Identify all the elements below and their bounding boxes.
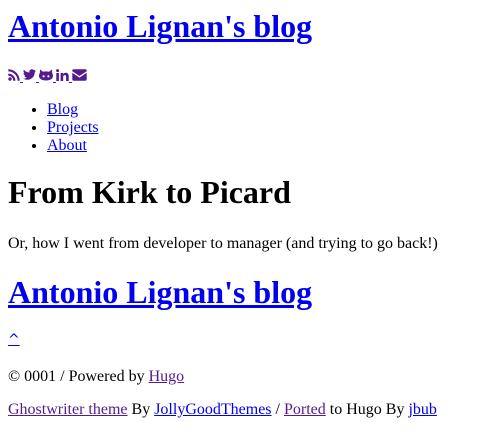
linkedin-icon — [56, 69, 69, 81]
post-subtitle: Or, how I went from developer to manager… — [8, 235, 438, 252]
nav-link-blog[interactable]: Blog — [47, 101, 78, 118]
credits-line: Ghostwriter theme By JollyGoodThemes / P… — [8, 401, 437, 419]
nav-link-projects[interactable]: Projects — [47, 119, 99, 136]
ghostwriter-theme-link[interactable]: Ghostwriter theme — [8, 401, 128, 418]
copyright-text: © 0001 / Powered by — [8, 368, 149, 385]
jbub-link[interactable]: jbub — [408, 401, 436, 418]
rss-link[interactable] — [8, 69, 20, 81]
main-nav: Blog Projects About — [8, 101, 99, 155]
email-link[interactable] — [72, 69, 87, 81]
post-title: From Kirk to Picard — [8, 174, 291, 210]
twitter-icon — [23, 69, 36, 80]
credits-by-text: By — [127, 401, 155, 418]
github-icon — [39, 69, 53, 81]
nav-link-about[interactable]: About — [47, 137, 87, 154]
footer-site-title: Antonio Lignan's blog — [8, 274, 312, 311]
nav-item-about: About — [47, 137, 99, 155]
copyright-line: © 0001 / Powered by Hugo — [8, 368, 184, 386]
credits-to-hugo-text: to Hugo By — [325, 401, 409, 418]
ported-link[interactable]: Ported — [284, 401, 326, 418]
site-title-link[interactable]: Antonio Lignan's blog — [8, 8, 312, 44]
jollygoodthemes-link[interactable]: JollyGoodThemes — [154, 401, 271, 418]
linkedin-link[interactable] — [56, 69, 69, 81]
back-to-top-link[interactable]: ^ — [8, 333, 20, 347]
twitter-link[interactable] — [23, 69, 36, 81]
nav-item-projects: Projects — [47, 119, 99, 137]
credits-separator: / — [271, 401, 284, 418]
github-link[interactable] — [39, 69, 53, 81]
rss-icon — [8, 69, 20, 81]
site-title: Antonio Lignan's blog — [8, 8, 312, 45]
email-icon — [72, 69, 87, 81]
social-links — [8, 67, 87, 83]
hugo-link[interactable]: Hugo — [149, 368, 185, 385]
nav-item-blog: Blog — [47, 101, 99, 119]
footer-site-title-link[interactable]: Antonio Lignan's blog — [8, 274, 312, 310]
